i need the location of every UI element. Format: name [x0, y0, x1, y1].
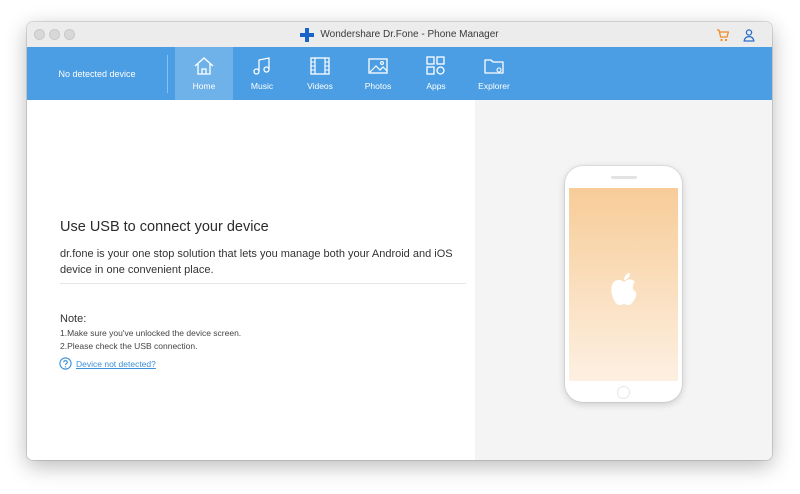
apple-logo-icon — [611, 273, 637, 306]
divider — [60, 283, 466, 284]
device-status[interactable]: No detected device — [27, 47, 167, 100]
phone-illustration — [565, 166, 682, 402]
note-item: 1.Make sure you've unlocked the device s… — [60, 328, 242, 338]
nav-divider — [167, 55, 168, 93]
phone-home-button — [617, 386, 630, 399]
device-not-detected-link[interactable]: Device not detected? — [59, 357, 156, 370]
user-icon[interactable] — [741, 27, 757, 43]
note-title: Note: — [60, 313, 87, 325]
tab-label: Photos — [364, 81, 392, 91]
phone-screen — [569, 188, 678, 381]
device-illustration-panel — [475, 100, 772, 460]
title-bar: Wondershare Dr.Fone - Phone Manager — [27, 22, 772, 48]
tab-music[interactable]: Music — [233, 47, 291, 100]
app-window: Wondershare Dr.Fone - Phone Manager No d… — [27, 22, 772, 460]
shopping-cart-icon[interactable] — [715, 27, 731, 43]
page-title: Use USB to connect your device — [60, 219, 269, 235]
image-icon — [368, 58, 388, 74]
tab-videos[interactable]: Videos — [291, 47, 349, 100]
note-item: 2.Please check the USB connection. — [60, 341, 198, 351]
home-icon — [194, 57, 214, 75]
film-icon — [310, 57, 330, 75]
main-navbar: No detected device Home Music Videos Pho… — [27, 47, 772, 100]
description-text: dr.fone is your one stop solution that l… — [60, 248, 453, 276]
tab-apps[interactable]: Apps — [407, 47, 465, 100]
tab-label: Music — [250, 81, 274, 91]
tab-home[interactable]: Home — [175, 47, 233, 100]
tab-label: Apps — [426, 81, 446, 91]
music-icon — [253, 57, 270, 75]
tab-label: Videos — [307, 81, 333, 91]
tab-label: Explorer — [478, 81, 510, 91]
window-title: Wondershare Dr.Fone - Phone Manager — [27, 22, 772, 47]
apps-icon — [426, 56, 445, 75]
tab-label: Home — [192, 81, 216, 91]
tab-photos[interactable]: Photos — [349, 47, 407, 100]
folder-icon — [484, 59, 504, 74]
help-circle-icon — [59, 357, 72, 370]
help-link-text[interactable]: Device not detected? — [76, 359, 156, 369]
phone-speaker — [611, 176, 637, 179]
content-area: Use USB to connect your device dr.fone i… — [27, 100, 772, 460]
window-title-text: Wondershare Dr.Fone - Phone Manager — [320, 29, 499, 40]
tab-explorer[interactable]: Explorer — [465, 47, 523, 100]
connect-instructions-panel: Use USB to connect your device dr.fone i… — [27, 100, 475, 460]
drfone-logo-icon — [300, 27, 315, 42]
